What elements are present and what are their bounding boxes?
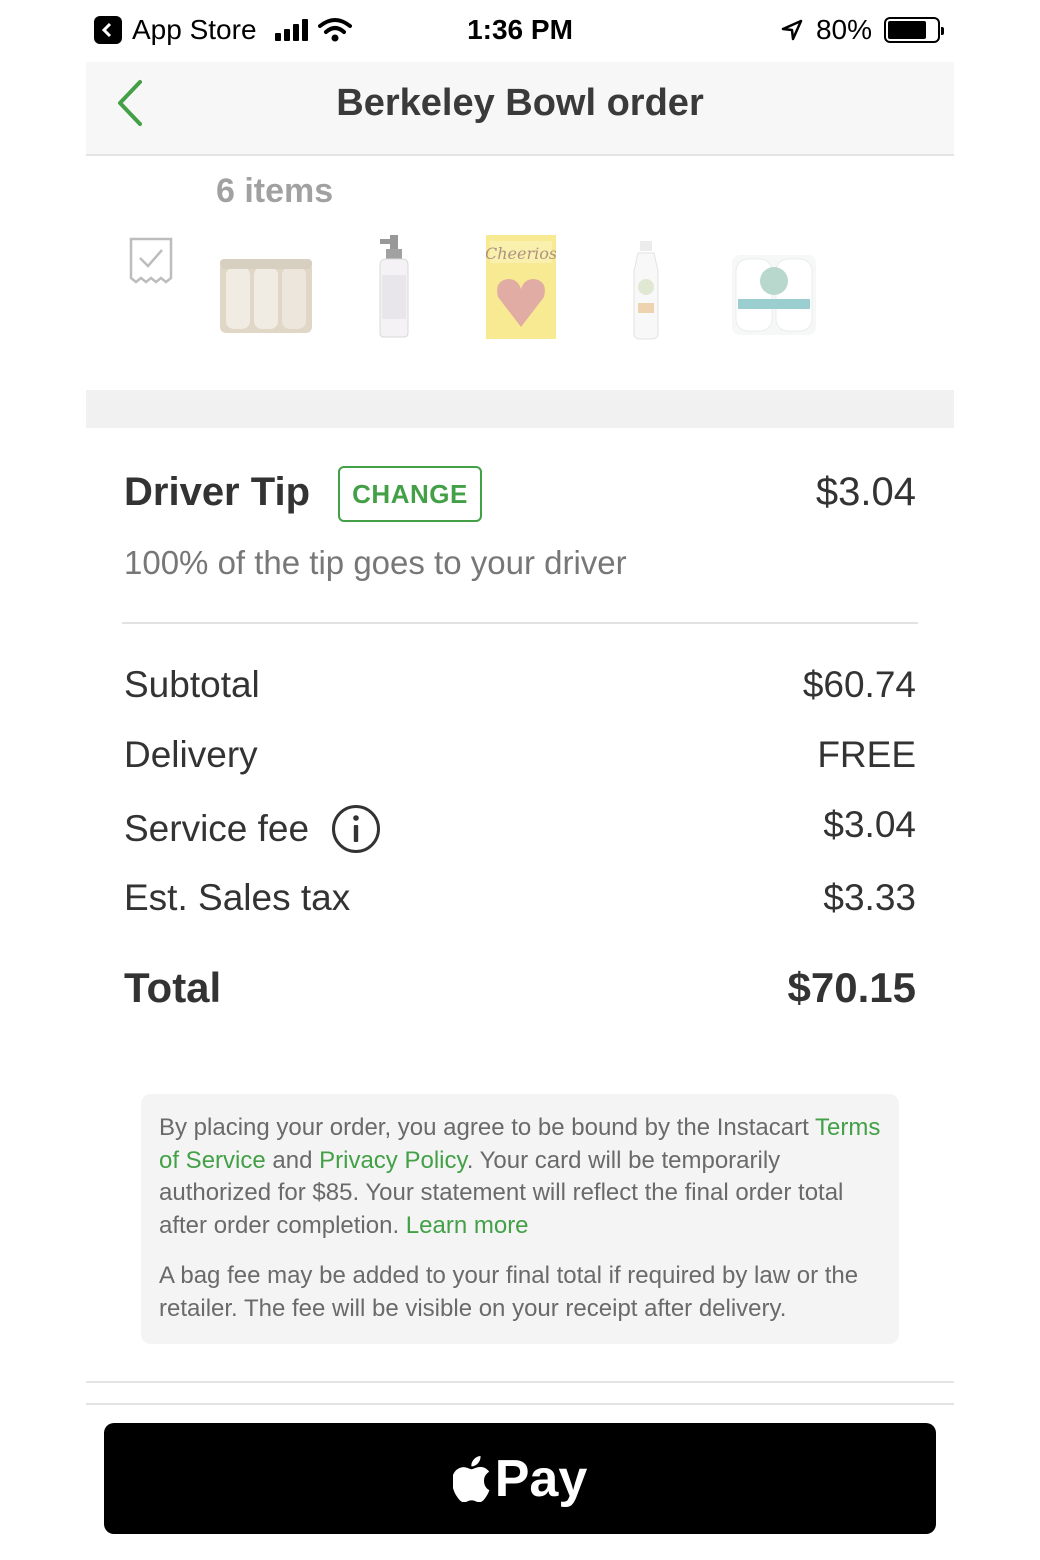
page-title: Berkeley Bowl order [336, 82, 704, 124]
subtotal-value: $60.74 [802, 664, 916, 705]
sales-tax-row: Est. Sales tax $3.33 [124, 877, 916, 927]
status-bar: App Store 1:36 PM 80% [86, 0, 954, 62]
service-fee-value: $3.04 [823, 804, 916, 845]
wifi-icon [317, 18, 352, 42]
info-icon[interactable] [331, 804, 381, 854]
driver-tip-row: Driver Tip CHANGE $3.04 [124, 466, 916, 526]
location-arrow-icon [781, 19, 803, 41]
items-count: 6 items [216, 172, 334, 210]
order-items-section[interactable]: 6 items Cheerios [86, 158, 954, 390]
back-app-label: App Store [132, 14, 257, 45]
delivery-value: FREE [817, 734, 916, 775]
product-almond-milk-image [633, 241, 659, 340]
cellular-signal-icon [274, 19, 308, 41]
total-value: $70.15 [787, 964, 916, 1011]
legal-paragraph-agreement: By placing your order, you agree to be b… [159, 1114, 881, 1239]
legal-notice: By placing your order, you agree to be b… [141, 1094, 899, 1344]
legal-paragraph-bag-fee: A bag fee may be added to your final tot… [159, 1262, 859, 1322]
section-separator [86, 390, 954, 428]
change-tip-button[interactable]: CHANGE [338, 466, 482, 522]
product-bath-tissue-image [732, 255, 816, 335]
service-fee-row: Service fee $3.04 [124, 804, 916, 854]
service-fee-label: Service fee [124, 808, 310, 849]
svg-text:Cheerios: Cheerios [486, 244, 556, 263]
apple-logo-icon [452, 1455, 490, 1502]
driver-tip-amount: $3.04 [815, 470, 916, 514]
divider [122, 622, 918, 624]
back-to-app-icon [94, 16, 122, 44]
learn-more-link[interactable]: Learn more [406, 1212, 529, 1239]
divider [86, 1381, 954, 1383]
divider [86, 1403, 954, 1405]
nav-bar: Berkeley Bowl order [86, 62, 954, 156]
driver-tip-note: 100% of the tip goes to your driver [124, 544, 627, 581]
sales-tax-value: $3.33 [823, 877, 916, 918]
battery-icon [884, 17, 944, 43]
receipt-icon [129, 237, 173, 284]
pay-label: Pay [494, 1449, 588, 1508]
product-cheerios-image: Cheerios [486, 235, 556, 339]
subtotal-label: Subtotal [124, 664, 260, 705]
product-paper-towels-image [220, 259, 312, 333]
product-hand-soap-image [379, 235, 409, 338]
battery-percent: 80% [815, 14, 872, 45]
delivery-label: Delivery [124, 734, 258, 775]
apple-pay-button[interactable]: Pay [104, 1423, 936, 1534]
subtotal-row: Subtotal $60.74 [124, 664, 916, 714]
driver-tip-title: Driver Tip [124, 470, 310, 514]
privacy-policy-link[interactable]: Privacy Policy [319, 1147, 467, 1174]
total-label: Total [124, 964, 222, 1011]
delivery-row: Delivery FREE [124, 734, 916, 784]
sales-tax-label: Est. Sales tax [124, 877, 351, 918]
total-row: Total $70.15 [124, 964, 916, 1020]
status-back-to-app[interactable]: App Store [94, 14, 352, 46]
